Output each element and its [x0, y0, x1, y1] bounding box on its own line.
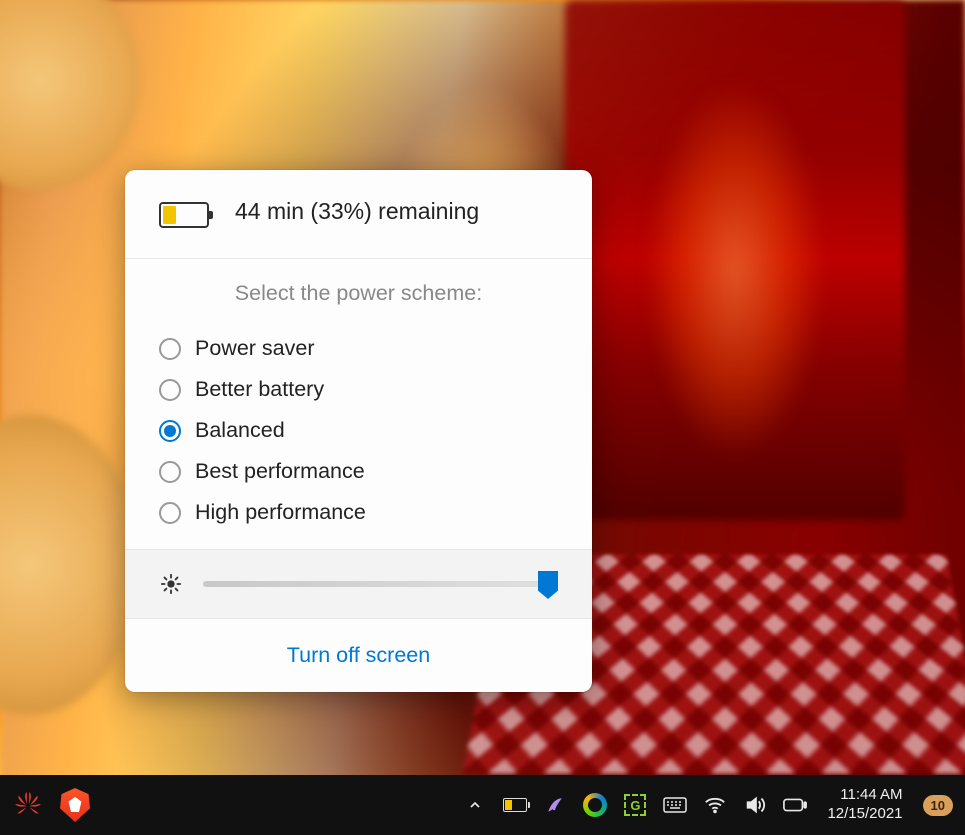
power-scheme-label-text: High performance — [195, 500, 366, 525]
power-scheme-option-best-performance[interactable]: Best performance — [159, 451, 558, 492]
battery-fill — [163, 206, 176, 224]
power-scheme-label-text: Power saver — [195, 336, 315, 361]
battery-header: 44 min (33%) remaining — [125, 170, 592, 259]
feather-app-icon[interactable] — [543, 793, 567, 817]
g-app-icon[interactable]: G — [623, 793, 647, 817]
power-scheme-option-power-saver[interactable]: Power saver — [159, 328, 558, 369]
volume-icon[interactable] — [743, 793, 767, 817]
brightness-section — [125, 549, 592, 619]
power-scheme-label-text: Balanced — [195, 418, 285, 443]
power-scheme-label-text: Better battery — [195, 377, 324, 402]
power-scheme-label-text: Best performance — [195, 459, 365, 484]
taskbar: G 11:44 AM 12/15/2021 10 — [0, 775, 965, 835]
radio-icon[interactable] — [159, 461, 181, 483]
tray-battery-icon[interactable] — [503, 793, 527, 817]
power-scheme-option-high-performance[interactable]: High performance — [159, 492, 558, 533]
edge-browser-icon[interactable] — [583, 793, 607, 817]
power-scheme-label: Select the power scheme: — [159, 281, 558, 306]
power-scheme-section: Select the power scheme: Power saver Bett… — [125, 259, 592, 549]
brave-browser-icon[interactable] — [60, 788, 90, 822]
radio-icon[interactable] — [159, 338, 181, 360]
radio-icon[interactable] — [159, 502, 181, 524]
turn-off-screen-button[interactable]: Turn off screen — [125, 619, 592, 692]
power-scheme-option-balanced[interactable]: Balanced — [159, 410, 558, 451]
battery-icon — [159, 202, 209, 228]
clock-time: 11:44 AM — [827, 786, 902, 805]
tray-overflow-chevron-icon[interactable] — [463, 793, 487, 817]
wifi-icon[interactable] — [703, 793, 727, 817]
brightness-slider-thumb[interactable] — [538, 571, 558, 599]
huawei-app-icon[interactable] — [14, 791, 42, 819]
brightness-slider[interactable] — [203, 581, 558, 587]
notification-badge[interactable]: 10 — [923, 795, 953, 816]
clock-date: 12/15/2021 — [827, 805, 902, 824]
brightness-icon — [159, 572, 183, 596]
battery-status-text: 44 min (33%) remaining — [235, 198, 479, 225]
battery-flyout: 44 min (33%) remaining Select the power … — [125, 170, 592, 692]
wallpaper-decor — [645, 80, 825, 460]
power-scheme-option-better-battery[interactable]: Better battery — [159, 369, 558, 410]
tray-battery-outline-icon[interactable] — [783, 793, 807, 817]
radio-icon[interactable] — [159, 379, 181, 401]
taskbar-clock[interactable]: 11:44 AM 12/15/2021 — [823, 786, 906, 824]
keyboard-icon[interactable] — [663, 793, 687, 817]
radio-icon[interactable] — [159, 420, 181, 442]
